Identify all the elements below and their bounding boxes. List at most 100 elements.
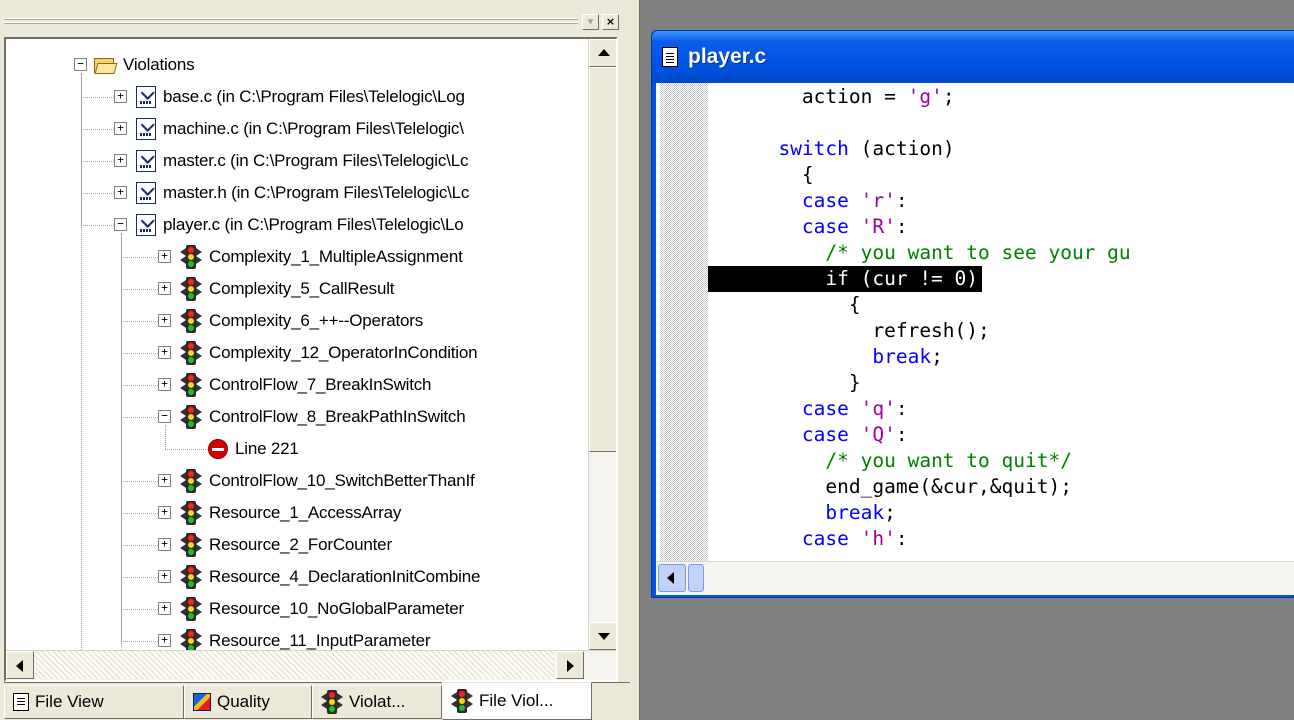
code-line: case 'R': — [708, 214, 908, 240]
code-token: 'q' — [860, 397, 896, 420]
tree-item-rule[interactable]: Complexity_5_CallResult — [180, 273, 395, 305]
expand-toggle[interactable]: + — [114, 90, 127, 103]
tree-item-label: Resource_10_NoGlobalParameter — [209, 599, 465, 618]
scroll-left-button[interactable] — [658, 564, 686, 592]
expand-toggle[interactable]: + — [158, 634, 171, 647]
expand-toggle[interactable]: + — [158, 538, 171, 551]
tree-item-rule[interactable]: ControlFlow_10_SwitchBetterThanIf — [180, 465, 475, 497]
tree-connector — [121, 417, 158, 418]
tree-item-violation-line[interactable]: Line 221 — [208, 433, 299, 465]
tree-connector — [121, 609, 158, 610]
code-line: { — [708, 162, 814, 188]
tree-connector — [121, 289, 158, 290]
expand-toggle[interactable]: + — [158, 602, 171, 615]
editor-title: player.c — [688, 45, 767, 68]
tab-file-view[interactable]: File View — [4, 685, 184, 719]
splitter[interactable] — [632, 0, 640, 720]
tree-item-label: Resource_11_InputParameter — [209, 631, 431, 650]
code-line: case 'r': — [708, 188, 908, 214]
code-editor: action = 'g'; switch (action) { case 'r'… — [656, 83, 1294, 595]
code-line: { — [708, 292, 861, 318]
tree-item-rule[interactable]: Resource_1_AccessArray — [180, 497, 401, 529]
dock-grip[interactable] — [4, 18, 578, 26]
code-token: 'h' — [860, 527, 896, 550]
tree-horizontal-scrollbar[interactable] — [6, 650, 616, 680]
editor-horizontal-scrollbar[interactable] — [656, 561, 1294, 595]
tab-violations[interactable]: Violat... — [312, 685, 442, 719]
tree-item-file[interactable]: machine.c (in C:\Program Files\Telelogic… — [136, 113, 464, 145]
expand-toggle[interactable]: + — [158, 506, 171, 519]
expand-toggle[interactable]: + — [158, 250, 171, 263]
collapse-toggle[interactable]: − — [114, 218, 127, 231]
tree-item-label: Violations — [123, 55, 195, 74]
tree-item-file[interactable]: master.c (in C:\Program Files\Telelogic\… — [136, 145, 468, 177]
code-token: : — [895, 423, 908, 446]
code-line: case 'h': — [708, 526, 908, 552]
tree-item-file[interactable]: base.c (in C:\Program Files\Telelogic\Lo… — [136, 81, 465, 113]
traffic-light-icon — [180, 373, 202, 397]
source-file-icon — [136, 150, 156, 172]
code-area[interactable]: action = 'g'; switch (action) { case 'r'… — [708, 83, 1294, 561]
code-token: : — [895, 527, 908, 550]
folder-icon — [92, 56, 118, 74]
collapse-toggle[interactable]: − — [74, 58, 87, 71]
editor-window: player.c action = 'g'; switch (action) {… — [651, 30, 1294, 598]
expand-toggle[interactable]: + — [114, 154, 127, 167]
tree-connector — [81, 161, 114, 162]
expand-toggle[interactable]: + — [114, 186, 127, 199]
expand-toggle[interactable]: + — [158, 378, 171, 391]
tree-connector — [121, 385, 158, 386]
tree-item-rule[interactable]: ControlFlow_7_BreakInSwitch — [180, 369, 432, 401]
panel-tab-strip: File View Quality Violat... File Viol... — [4, 682, 630, 720]
dock-close-button[interactable]: × — [602, 14, 619, 30]
code-token: 'g' — [907, 85, 943, 108]
tree-item-rule[interactable]: Resource_11_InputParameter — [180, 625, 430, 650]
dock-menu-button[interactable]: ▾ — [582, 14, 599, 30]
editor-gutter[interactable] — [660, 83, 708, 561]
expand-toggle[interactable]: + — [158, 314, 171, 327]
expand-toggle[interactable]: + — [114, 122, 127, 135]
tree-item-label: base.c (in C:\Program Files\Telelogic\Lo… — [163, 87, 465, 106]
tree-vertical-scrollbar[interactable] — [588, 39, 616, 650]
editor-title-bar[interactable]: player.c — [652, 31, 1294, 83]
scroll-right-button[interactable] — [556, 651, 584, 679]
tree-item-rule[interactable]: Complexity_12_OperatorInCondition — [180, 337, 478, 369]
tree-item-rule[interactable]: Resource_2_ForCounter — [180, 529, 392, 561]
expand-toggle[interactable]: + — [158, 282, 171, 295]
tab-label: File Viol... — [479, 691, 554, 710]
tree-item-file[interactable]: master.h (in C:\Program Files\Telelogic\… — [136, 177, 469, 209]
scroll-up-button[interactable] — [589, 39, 616, 67]
tree-item-rule[interactable]: Complexity_1_MultipleAssignment — [180, 241, 463, 273]
tree-item-file[interactable]: player.c (in C:\Program Files\Telelogic\… — [136, 209, 464, 241]
expand-toggle[interactable]: + — [158, 474, 171, 487]
expand-toggle[interactable]: + — [158, 570, 171, 583]
tab-label: File View — [35, 692, 104, 711]
document-icon — [13, 693, 29, 711]
code-token: : — [895, 215, 908, 238]
tree-item-violations-folder[interactable]: Violations — [92, 49, 195, 81]
tab-file-violations[interactable]: File Viol... — [442, 682, 592, 720]
scroll-left-button[interactable] — [6, 651, 34, 679]
vertical-scroll-thumb[interactable] — [589, 67, 616, 452]
tree-item-label: ControlFlow_7_BreakInSwitch — [209, 375, 432, 394]
highlighted-code-line: if (cur != 0) — [708, 266, 983, 292]
code-line: case 'q': — [708, 396, 908, 422]
tree-item-rule[interactable]: Complexity_6_++--Operators — [180, 305, 423, 337]
code-token: { — [708, 293, 861, 316]
tree-item-rule[interactable]: Resource_10_NoGlobalParameter — [180, 593, 464, 625]
arrow-right-icon — [567, 660, 574, 672]
scroll-down-button[interactable] — [589, 622, 616, 650]
code-token: break — [825, 501, 885, 524]
horizontal-scroll-track[interactable] — [34, 651, 554, 679]
collapse-toggle[interactable]: − — [158, 410, 171, 423]
expand-toggle[interactable]: + — [158, 346, 171, 359]
tab-quality[interactable]: Quality — [184, 685, 312, 719]
tree-item-rule[interactable]: ControlFlow_8_BreakPathInSwitch — [180, 401, 466, 433]
tree-item-rule[interactable]: Resource_4_DeclarationInitCombine — [180, 561, 480, 593]
tree-connector — [165, 425, 166, 449]
horizontal-scroll-thumb[interactable] — [688, 564, 704, 592]
